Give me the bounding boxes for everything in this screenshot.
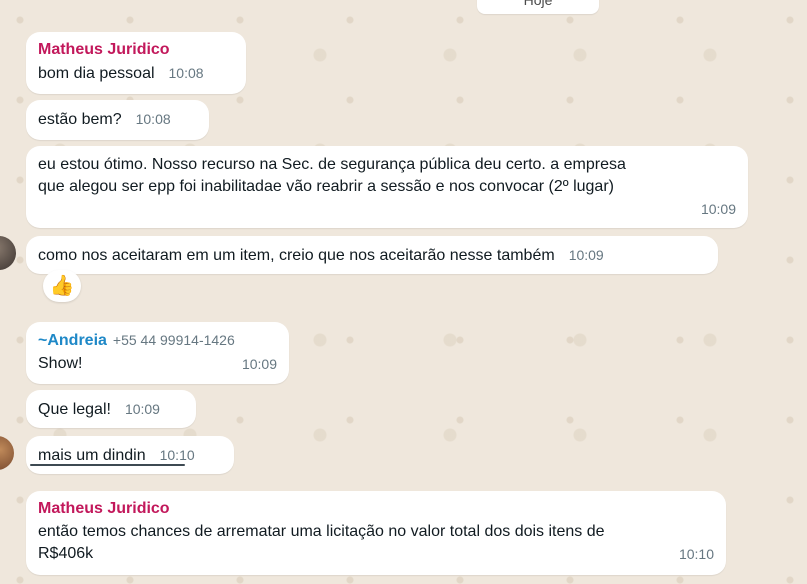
- sender-name[interactable]: Matheus Juridico: [38, 499, 714, 519]
- message-text: mais um dindin: [38, 447, 146, 464]
- message-time: 10:10: [159, 447, 195, 463]
- message-text: Que legal!: [38, 401, 111, 418]
- avatar[interactable]: [0, 436, 14, 470]
- message-bubble[interactable]: eu estou ótimo. Nosso recurso na Sec. de…: [26, 146, 748, 228]
- text-underline-mark: [30, 464, 185, 466]
- message-time: 10:09: [700, 201, 736, 217]
- message-text-line-2: que alegou ser epp foi inabilitadae vão …: [38, 178, 614, 195]
- sender-name-text: Andreia: [47, 332, 107, 349]
- message-text: Show!: [38, 355, 83, 372]
- sender-name[interactable]: ~Andreia +55 44 99914-1426: [38, 330, 277, 351]
- avatar[interactable]: [0, 236, 16, 270]
- message-bubble[interactable]: estão bem? 10:08: [26, 100, 209, 140]
- message-text: como nos aceitaram em um item, creio que…: [38, 247, 555, 264]
- message-time: 10:09: [568, 247, 604, 263]
- message-bubble[interactable]: mais um dindin 10:10: [26, 436, 234, 474]
- message-text-line-1: então temos chances de arrematar uma lic…: [38, 523, 605, 540]
- sender-phone: +55 44 99914-1426: [112, 332, 235, 348]
- sender-prefix: ~: [38, 332, 48, 349]
- date-chip-label: Hoje: [523, 0, 553, 8]
- message-bubble[interactable]: ~Andreia +55 44 99914-1426 Show! 10:09: [26, 322, 289, 384]
- sender-name[interactable]: Matheus Juridico: [38, 40, 234, 60]
- message-time: 10:08: [168, 65, 204, 81]
- message-bubble[interactable]: Matheus Juridico então temos chances de …: [26, 491, 726, 575]
- message-time: 10:08: [135, 111, 171, 127]
- message-bubble[interactable]: como nos aceitaram em um item, creio que…: [26, 236, 718, 274]
- message-time: 10:10: [678, 546, 714, 562]
- message-bubble[interactable]: Que legal! 10:09: [26, 390, 196, 428]
- message-text-line-2: R$406k: [38, 545, 94, 562]
- message-text-line-1: eu estou ótimo. Nosso recurso na Sec. de…: [38, 156, 626, 173]
- message-time: 10:09: [124, 401, 160, 417]
- date-chip: Hoje: [477, 0, 599, 14]
- thumbs-up-reaction[interactable]: 👍: [43, 270, 81, 302]
- message-text: bom dia pessoal: [38, 65, 155, 82]
- message-bubble[interactable]: Matheus Juridico bom dia pessoal 10:08: [26, 32, 246, 94]
- message-time: 10:09: [241, 356, 277, 372]
- thumbs-up-icon: 👍: [49, 275, 75, 297]
- message-text: estão bem?: [38, 111, 122, 128]
